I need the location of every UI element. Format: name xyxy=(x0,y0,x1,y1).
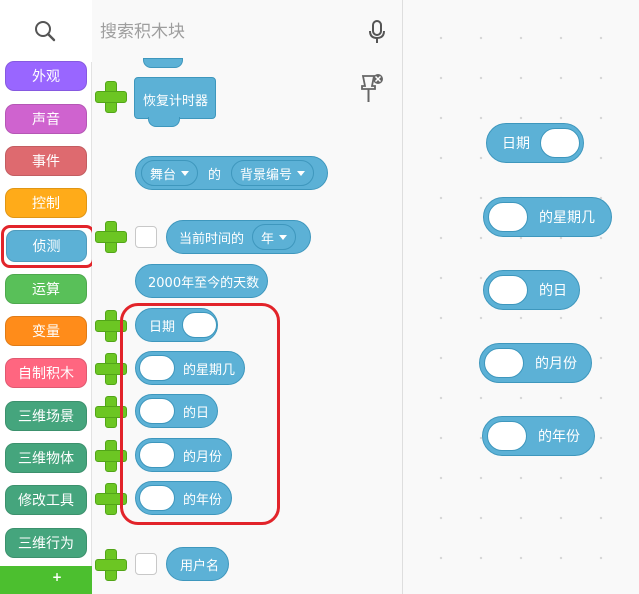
time-unit-dropdown[interactable]: 年 xyxy=(252,224,297,250)
category-3d-object[interactable]: 三维物体 xyxy=(5,443,87,473)
stage-backdrop-number-block[interactable]: 舞台 的 背景编号 xyxy=(135,156,328,190)
microphone-icon[interactable] xyxy=(368,20,386,44)
workspace-date-block[interactable]: 日期 xyxy=(486,123,584,163)
category-modify-tools[interactable]: 修改工具 xyxy=(5,485,87,515)
add-block-plus-icon[interactable] xyxy=(94,80,127,113)
search-icon xyxy=(35,21,56,42)
add-block-plus-icon[interactable] xyxy=(94,548,127,581)
search-tab[interactable] xyxy=(0,0,92,62)
workspace-year-label: 的年份 xyxy=(538,429,580,445)
add-extension-glyph: + xyxy=(52,570,63,584)
highlight-box xyxy=(120,303,280,525)
category-looks[interactable]: 外观 xyxy=(5,61,87,91)
category-my-blocks[interactable]: 自制积木 xyxy=(5,358,87,388)
username-label: 用户名 xyxy=(180,558,220,574)
username-block[interactable]: 用户名 xyxy=(166,547,229,581)
current-time-block[interactable]: 当前时间的 年 xyxy=(166,220,311,254)
category-operators[interactable]: 运算 xyxy=(5,274,87,304)
caret-down-icon xyxy=(279,234,288,240)
workspace-day-block[interactable]: 的日 xyxy=(483,270,580,310)
category-control[interactable]: 控制 xyxy=(5,188,87,218)
category-3d-scene[interactable]: 三维场景 xyxy=(5,401,87,431)
stack-notch xyxy=(148,117,180,127)
selected-category-highlight xyxy=(1,225,95,268)
category-sound[interactable]: 声音 xyxy=(5,104,87,134)
workspace-year-input-slot[interactable] xyxy=(487,421,527,451)
workspace-month-label: 的月份 xyxy=(535,356,577,372)
property-value: 背景编号 xyxy=(240,167,293,183)
category-column: 外观 声音 事件 控制 侦测 运算 变量 自制积木 三维场景 三维物体 修改工具… xyxy=(0,0,95,594)
target-value: 舞台 xyxy=(150,167,177,183)
search-input[interactable] xyxy=(100,18,350,46)
palette-search-bar xyxy=(92,0,402,62)
of-label: 的 xyxy=(208,167,222,183)
caret-down-icon xyxy=(181,170,190,176)
category-events[interactable]: 事件 xyxy=(5,146,87,176)
time-unit-value: 年 xyxy=(261,231,275,247)
workspace-date-input-slot[interactable] xyxy=(540,128,580,158)
caret-down-icon xyxy=(297,170,306,176)
target-dropdown[interactable]: 舞台 xyxy=(141,160,199,186)
days-since-2000-block[interactable]: 2000年至今的天数 xyxy=(135,264,268,298)
workspace-weekday-label: 的星期几 xyxy=(539,210,595,226)
pin-remove-icon[interactable] xyxy=(356,72,386,106)
workspace-month-block[interactable]: 的月份 xyxy=(479,343,592,383)
monitor-checkbox[interactable] xyxy=(135,226,157,248)
days-since-2000-label: 2000年至今的天数 xyxy=(148,275,260,291)
stack-block-fragment[interactable] xyxy=(143,58,183,68)
category-variables[interactable]: 变量 xyxy=(5,316,87,346)
add-extension-button[interactable]: + xyxy=(0,566,92,594)
reset-timer-label: 恢复计时器 xyxy=(143,94,209,109)
workspace-weekday-block[interactable]: 的星期几 xyxy=(483,197,612,237)
monitor-checkbox[interactable] xyxy=(135,553,157,575)
property-dropdown[interactable]: 背景编号 xyxy=(231,160,315,186)
workspace-day-label: 的日 xyxy=(539,283,567,299)
category-3d-behavior[interactable]: 三维行为 xyxy=(5,528,87,558)
current-time-label: 当前时间的 xyxy=(179,231,245,247)
workspace-weekday-input-slot[interactable] xyxy=(488,202,528,232)
workspace-year-block[interactable]: 的年份 xyxy=(482,416,595,456)
workspace-day-input-slot[interactable] xyxy=(488,275,528,305)
reset-timer-block[interactable]: 恢复计时器 xyxy=(134,77,216,119)
workspace-month-input-slot[interactable] xyxy=(484,348,524,378)
workspace-date-label: 日期 xyxy=(502,136,530,152)
add-block-plus-icon[interactable] xyxy=(94,220,127,253)
